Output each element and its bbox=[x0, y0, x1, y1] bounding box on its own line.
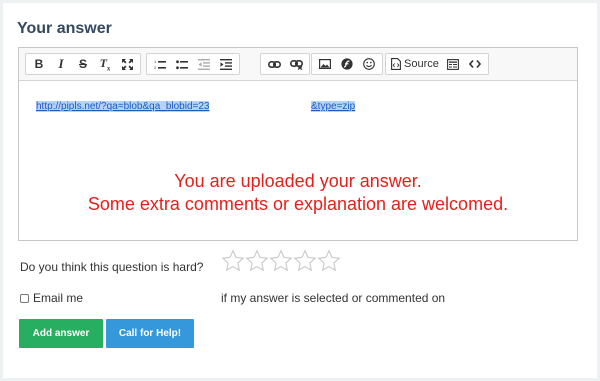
source-icon bbox=[391, 58, 401, 70]
flash-icon[interactable] bbox=[336, 54, 358, 74]
upload-message-line1: You are uploaded your answer. bbox=[174, 171, 422, 191]
code-icon[interactable] bbox=[464, 54, 486, 74]
toolbar-group-links bbox=[260, 53, 310, 75]
email-notify-description: if my answer is selected or commented on bbox=[221, 291, 446, 305]
uploaded-file-link-part1[interactable]: http://pipls.net/?qa=blob&qa_blobid=23 bbox=[36, 101, 210, 112]
smiley-icon[interactable] bbox=[358, 54, 380, 74]
bulleted-list-icon[interactable] bbox=[171, 54, 193, 74]
link-icon[interactable] bbox=[263, 54, 285, 74]
italic-icon[interactable]: I bbox=[50, 54, 72, 74]
email-notify-row: Email me bbox=[20, 291, 83, 305]
editor-toolbar: B I S Tx 12 Source bbox=[19, 48, 577, 81]
rich-text-editor: B I S Tx 12 Source http://pipls.net/?qa=… bbox=[18, 47, 578, 241]
remove-format-icon[interactable]: Tx bbox=[94, 54, 116, 74]
numbered-list-icon[interactable]: 12 bbox=[149, 54, 171, 74]
uploaded-file-link-part2[interactable]: &type=zip bbox=[311, 101, 356, 112]
call-for-help-button[interactable]: Call for Help! bbox=[106, 319, 194, 348]
email-notify-label[interactable]: Email me bbox=[33, 291, 83, 305]
toolbar-group-basic: B I S Tx bbox=[25, 53, 141, 75]
template-icon[interactable] bbox=[442, 54, 464, 74]
star-icon[interactable] bbox=[317, 249, 341, 273]
svg-text:1: 1 bbox=[154, 59, 157, 64]
toolbar-group-lists: 12 bbox=[146, 53, 240, 75]
outdent-icon[interactable] bbox=[193, 54, 215, 74]
section-title: Your answer bbox=[17, 20, 112, 37]
upload-message-line2: Some extra comments or explanation are w… bbox=[87, 194, 509, 214]
add-answer-button[interactable]: Add answer bbox=[19, 319, 103, 348]
source-button[interactable]: Source bbox=[388, 54, 442, 74]
star-icon[interactable] bbox=[293, 249, 317, 273]
toolbar-group-insert bbox=[311, 53, 383, 75]
email-notify-checkbox[interactable] bbox=[20, 293, 29, 303]
source-label: Source bbox=[404, 58, 439, 70]
star-icon[interactable] bbox=[269, 249, 293, 273]
toolbar-group-document: Source bbox=[385, 53, 489, 75]
star-icon[interactable] bbox=[221, 249, 245, 273]
unlink-icon[interactable] bbox=[285, 54, 307, 74]
svg-text:2: 2 bbox=[154, 65, 157, 70]
indent-icon[interactable] bbox=[215, 54, 237, 74]
star-icon[interactable] bbox=[245, 249, 269, 273]
bold-icon[interactable]: B bbox=[28, 54, 50, 74]
difficulty-rating[interactable] bbox=[221, 249, 341, 273]
difficulty-question: Do you think this question is hard? bbox=[20, 260, 204, 274]
image-icon[interactable] bbox=[314, 54, 336, 74]
maximize-icon[interactable] bbox=[116, 54, 138, 74]
editor-content[interactable]: http://pipls.net/?qa=blob&qa_blobid=23 &… bbox=[19, 81, 577, 240]
strikethrough-icon[interactable]: S bbox=[72, 54, 94, 74]
